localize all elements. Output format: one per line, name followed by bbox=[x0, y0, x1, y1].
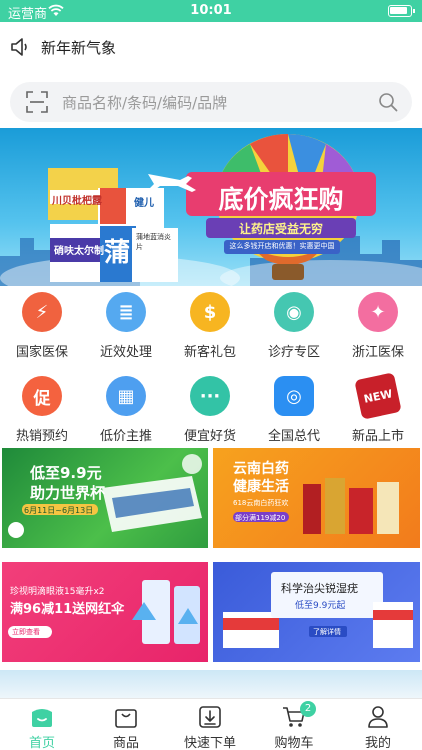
tab-label: 快速下单 bbox=[183, 736, 236, 750]
quick-item-hot-presale[interactable]: 促 热销预约 bbox=[0, 376, 84, 446]
document-icon: ≣ bbox=[106, 292, 146, 332]
status-bar: 运营商 10:01 bbox=[0, 0, 422, 22]
quick-item-clinic-zone[interactable]: ◉ 诊疗专区 bbox=[252, 292, 336, 362]
banner-box-character: 蒲 bbox=[104, 238, 131, 268]
banner-subline: 让药店受益无穷 bbox=[238, 222, 323, 236]
banner-headline: 底价疯狂购 bbox=[218, 185, 344, 214]
lightning-icon: ⚡ bbox=[22, 292, 62, 332]
quick-item-label: 国家医保 bbox=[15, 345, 68, 360]
quick-item-label: 热销预约 bbox=[15, 429, 68, 444]
tab-label: 购物车 bbox=[274, 736, 314, 750]
quick-item-national-insurance[interactable]: ⚡ 国家医保 bbox=[0, 292, 84, 362]
quick-item-cheap-goods[interactable]: ··· 便宜好货 bbox=[168, 376, 252, 446]
doctor-icon: ◉ bbox=[274, 292, 314, 332]
tab-profile[interactable]: 我的 bbox=[336, 699, 420, 750]
tab-quick-order[interactable]: 快速下单 bbox=[168, 699, 252, 750]
banner-box-label-3: 健儿 bbox=[134, 198, 154, 209]
download-box-icon bbox=[199, 706, 221, 728]
yunnan-line2: 健康生活 bbox=[233, 479, 289, 495]
banner-box-label-1: 川贝枇杷露 bbox=[52, 196, 102, 207]
quick-item-low-price[interactable]: ▦ 低价主推 bbox=[84, 376, 168, 446]
search-input[interactable]: 商品名称/条码/编码/品牌 bbox=[62, 92, 378, 113]
tab-label: 商品 bbox=[112, 736, 139, 750]
skin-line2: 低至9.9元起 bbox=[295, 601, 346, 611]
quick-item-national-agent[interactable]: ◎ 全国总代 bbox=[252, 376, 336, 446]
battery-icon bbox=[388, 5, 415, 17]
tab-cart[interactable]: 2 购物车 bbox=[252, 699, 336, 750]
promo-worldcup[interactable]: 低至9.9元 助力世界杯 6月11日~6月13日 bbox=[2, 448, 208, 548]
tab-home[interactable]: 首页 bbox=[0, 699, 84, 750]
new-badge-icon: NEW bbox=[354, 372, 402, 420]
money-bag-icon: $ bbox=[190, 292, 230, 332]
quick-item-label: 诊疗专区 bbox=[267, 345, 320, 360]
quick-item-zhejiang-insurance[interactable]: ✦ 浙江医保 bbox=[336, 292, 420, 362]
promo-yunnan[interactable]: 云南白药 健康生活 618云南白药狂欢 部分满119减20 bbox=[213, 448, 420, 548]
speaker-icon bbox=[11, 38, 27, 56]
quick-item-label: 全国总代 bbox=[267, 429, 320, 444]
quick-icon-grid: ⚡ 国家医保 ≣ 近效处理 $ 新客礼包 ◉ 诊疗专区 ✦ 浙江医保 促 热销预… bbox=[0, 292, 422, 444]
eyedrop-button[interactable]: 立即查看 bbox=[12, 627, 40, 637]
promo-eyedrop[interactable]: 珍视明滴眼液15毫升x2 满96减11送网红伞 立即查看 bbox=[2, 562, 208, 662]
worldcup-line1: 低至9.9元 bbox=[30, 464, 102, 482]
next-banner-peek bbox=[0, 670, 422, 698]
banner-box-label-4: 蒲地蓝消炎片 bbox=[136, 233, 171, 251]
eyedrop-line1: 珍视明滴眼液15毫升x2 bbox=[10, 587, 105, 597]
agent-icon: ◎ bbox=[274, 376, 314, 416]
quick-item-label: 浙江医保 bbox=[351, 345, 404, 360]
worldcup-line2: 助力世界杯 bbox=[30, 484, 106, 502]
promo-skin[interactable]: 科学治尖锐湿疣 低至9.9元起 了解详情 bbox=[213, 562, 420, 662]
user-icon bbox=[368, 706, 388, 728]
notice-text: 新年新气象 bbox=[41, 38, 117, 57]
yunnan-line3: 618云南白药狂欢 bbox=[233, 499, 289, 507]
tab-label: 首页 bbox=[28, 736, 55, 750]
shopping-bag-icon bbox=[115, 709, 137, 728]
tag-icon: ✦ bbox=[358, 292, 398, 332]
bottom-tab-bar: 首页 商品 快速下单 2 购物车 我的 bbox=[0, 698, 422, 750]
worldcup-date: 6月11日~6月13日 bbox=[24, 506, 94, 515]
grid-icon: ▦ bbox=[106, 376, 146, 416]
quick-item-label: 便宜好货 bbox=[183, 429, 236, 444]
promo-icon: 促 bbox=[22, 376, 62, 416]
skin-button[interactable]: 了解详情 bbox=[313, 627, 341, 637]
yunnan-line1: 云南白药 bbox=[233, 461, 289, 477]
cart-count-badge: 2 bbox=[300, 701, 316, 717]
search-icon[interactable] bbox=[378, 92, 398, 112]
search-bar[interactable]: 商品名称/条码/编码/品牌 bbox=[10, 82, 412, 122]
home-icon bbox=[32, 709, 52, 727]
banner-box-label-2: 硝呋太尔制 bbox=[54, 246, 104, 257]
skin-line1: 科学治尖锐湿疣 bbox=[281, 582, 358, 595]
hero-banner[interactable]: 底价疯狂购 让药店受益无穷 这么多钱开店和优惠！实惠更中国 川贝枇杷露 硝呋太尔… bbox=[0, 128, 422, 286]
banner-tagline: 这么多钱开店和优惠！实惠更中国 bbox=[229, 242, 335, 250]
skin-artwork bbox=[223, 572, 413, 648]
quick-item-new-customer-gift[interactable]: $ 新客礼包 bbox=[168, 292, 252, 362]
notice-bar[interactable]: 新年新气象 bbox=[0, 22, 422, 72]
scan-icon[interactable] bbox=[26, 91, 48, 113]
quick-item-new-arrivals[interactable]: NEW 新品上市 bbox=[336, 372, 420, 446]
quick-item-label: 低价主推 bbox=[99, 429, 152, 444]
quick-item-label: 新客礼包 bbox=[183, 345, 236, 360]
tab-products[interactable]: 商品 bbox=[84, 699, 168, 750]
quick-item-label: 新品上市 bbox=[351, 429, 404, 444]
yunnan-tag: 部分满119减20 bbox=[235, 514, 286, 522]
quick-item-expiry-clearance[interactable]: ≣ 近效处理 bbox=[84, 292, 168, 362]
status-time: 10:01 bbox=[190, 3, 232, 18]
chat-bubble-icon: ··· bbox=[190, 376, 230, 416]
tab-label: 我的 bbox=[364, 736, 391, 750]
quick-item-label: 近效处理 bbox=[99, 345, 152, 360]
eyedrop-line2: 满96减11送网红伞 bbox=[10, 602, 125, 617]
